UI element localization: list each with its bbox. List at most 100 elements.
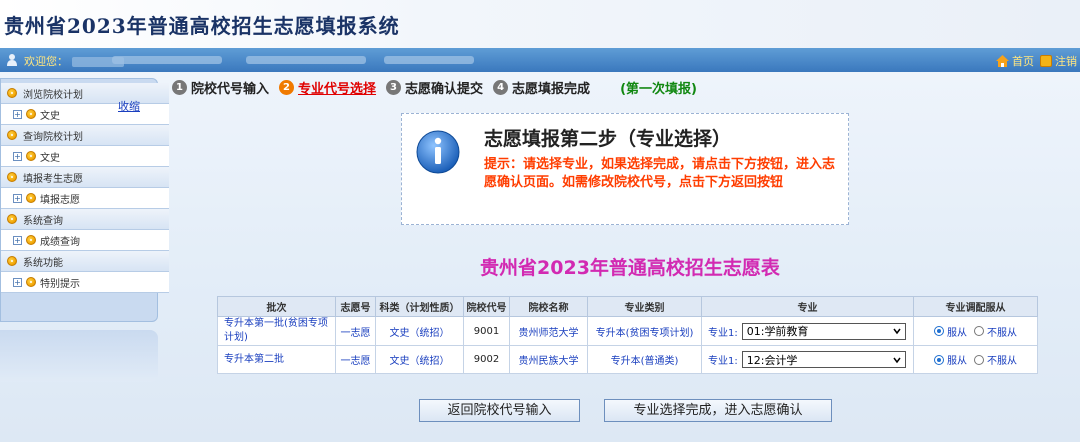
sidebar-group-label: 系统查询 (23, 215, 63, 227)
category-cell: 文史（统招） (375, 316, 464, 346)
sidebar-item[interactable]: + 文史 (1, 146, 169, 167)
batch-cell: 专升本第一批(贫困专项计划) (217, 316, 336, 346)
folder-dot-icon (7, 214, 17, 224)
school-code-cell: 9002 (463, 345, 510, 374)
home-link[interactable]: 首页 (996, 53, 1034, 69)
step-2-icon: 2 (279, 79, 295, 95)
sidebar-item[interactable]: + 文史 (1, 104, 169, 125)
obey-cell: 服从 不服从 (913, 316, 1038, 346)
category-cell: 文史（统招） (375, 345, 464, 374)
sidebar-item-label: 文史 (40, 110, 60, 122)
chevron-down-icon (893, 357, 901, 363)
table-header: 专业类别 (587, 296, 702, 317)
confirm-button[interactable]: 专业选择完成，进入志愿确认 (604, 399, 832, 422)
table-header: 科类（计划性质） (375, 296, 464, 317)
table-header: 志愿号 (335, 296, 376, 317)
major-prefix: 专业1: (708, 356, 738, 367)
table-header: 专业 (701, 296, 914, 317)
sidebar-item-label: 填报志愿 (40, 194, 80, 206)
info-icon (416, 130, 460, 174)
expand-plus-icon[interactable]: + (13, 193, 22, 203)
step-2-label: 专业代号选择 (298, 81, 377, 97)
not-obey-radio[interactable] (974, 326, 984, 336)
table-row: 专升本第一批(贫困专项计划) 一志愿 文史（统招） 9001 贵州师范大学 专升本(贫困专… (217, 316, 1038, 346)
table-header-row: 批次 志愿号 科类（计划性质） 院校代号 院校名称 专业类别 专业 专业调配服从 (217, 296, 1038, 317)
volunteer-table: 批次 志愿号 科类（计划性质） 院校代号 院校名称 专业类别 专业 专业调配服从… (217, 296, 1038, 374)
table-header: 批次 (217, 296, 336, 317)
app-title: 贵州省2023年普通高校招生志愿填报系统 (4, 14, 400, 38)
not-obey-label: 不服从 (987, 356, 1017, 367)
vol-no-cell: 一志愿 (335, 316, 376, 346)
folder-dot-icon (26, 151, 36, 161)
major-type-cell: 专升本(贫困专项计划) (587, 316, 702, 346)
sidebar-group-header[interactable]: 浏览院校计划 (1, 83, 169, 104)
sidebar-footer (0, 330, 158, 382)
sidebar-item-label: 文史 (40, 152, 60, 164)
major-select-value: 12:会计学 (746, 353, 798, 367)
folder-dot-icon (7, 130, 17, 140)
obey-cell: 服从 不服从 (913, 345, 1038, 374)
chevron-down-icon (893, 328, 901, 335)
redacted-info (112, 56, 222, 64)
folder-dot-icon (26, 193, 36, 203)
major-select[interactable]: 01:学前教育 (741, 322, 906, 340)
sidebar-group-header[interactable]: 填报考生志愿 (1, 167, 169, 188)
table-row: 专升本第二批 一志愿 文史（统招） 9002 贵州民族大学 专升本(普通类) 专业1: 12:… (217, 345, 1038, 374)
major-type-cell: 专升本(普通类) (587, 345, 702, 374)
sidebar-group-label: 浏览院校计划 (23, 89, 83, 101)
logout-icon (1040, 55, 1052, 67)
step-3-icon: 3 (386, 79, 402, 95)
sidebar-item-label: 成绩查询 (40, 236, 80, 248)
not-obey-radio[interactable] (974, 354, 984, 365)
step-4-label: 志愿填报完成 (512, 81, 591, 97)
folder-dot-icon (26, 235, 36, 245)
notice-box: 志愿填报第二步（专业选择） 提示：请选择专业，如果选择完成，请点击下方按钮，进入… (401, 113, 849, 225)
school-code-cell: 9001 (463, 316, 510, 346)
not-obey-label: 不服从 (987, 327, 1017, 339)
school-name-cell: 贵州民族大学 (509, 345, 588, 374)
sidebar-item[interactable]: + 成绩查询 (1, 230, 169, 251)
obey-radio[interactable] (934, 354, 944, 365)
collapse-link[interactable]: 收缩 (118, 98, 140, 114)
major-select-value: 01:学前教育 (746, 325, 809, 338)
obey-radio[interactable] (934, 326, 944, 336)
form-title: 贵州省2023年普通高校招生志愿表 (480, 257, 780, 279)
major-select[interactable]: 12:会计学 (741, 351, 906, 368)
folder-dot-icon (7, 172, 17, 182)
vol-no-cell: 一志愿 (335, 345, 376, 374)
step-1-icon: 1 (172, 79, 187, 95)
round-label: (第一次填报) (620, 81, 697, 97)
title-banner: 贵州省2023年普通高校招生志愿填报系统 (0, 0, 1080, 48)
redacted-info (384, 56, 474, 64)
logout-link[interactable]: 注销 (1040, 53, 1077, 69)
table-header: 院校代号 (463, 296, 510, 317)
sidebar-group-header[interactable]: 系统查询 (1, 209, 169, 230)
redacted-info (246, 56, 366, 64)
notice-title: 志愿填报第二步（专业选择） (484, 128, 732, 150)
major-cell: 专业1: 12:会计学 (701, 345, 914, 374)
step-3-label: 志愿确认提交 (405, 81, 484, 97)
top-bar: 欢迎您： 首页 注销 (0, 48, 1080, 72)
major-prefix: 专业1: (708, 327, 738, 339)
expand-plus-icon[interactable]: + (13, 109, 22, 119)
sidebar-group-header[interactable]: 查询院校计划 (1, 125, 169, 146)
step-1-label: 院校代号输入 (191, 81, 270, 97)
batch-cell: 专升本第二批 (217, 345, 336, 374)
expand-plus-icon[interactable]: + (13, 151, 22, 161)
sidebar-group-label: 查询院校计划 (23, 131, 83, 143)
obey-label: 服从 (947, 327, 967, 339)
step-4-icon: 4 (493, 79, 509, 95)
table-header: 专业调配服从 (913, 296, 1038, 317)
folder-dot-icon (7, 88, 17, 98)
welcome-text: 欢迎您： (24, 53, 124, 69)
back-button[interactable]: 返回院校代号输入 (419, 399, 580, 422)
notice-text: 提示：请选择专业，如果选择完成，请点击下方按钮，进入志愿确认页面。如需修改院校代… (484, 157, 836, 190)
folder-dot-icon (26, 109, 36, 119)
sidebar: 浏览院校计划 + 文史 查询院校计划 + 文史 填报考生志愿 + 填报志愿 系统查询 + 成绩查询 系统… (0, 78, 169, 322)
sidebar-item[interactable]: + 填报志愿 (1, 188, 169, 209)
home-icon (996, 55, 1009, 67)
table-header: 院校名称 (509, 296, 588, 317)
step-indicator: 1 院校代号输入 2 专业代号选择 3 志愿确认提交 4 志愿填报完成 (第一次… (172, 78, 697, 97)
expand-plus-icon[interactable]: + (13, 235, 22, 245)
sidebar-group-label: 填报考生志愿 (23, 173, 83, 185)
